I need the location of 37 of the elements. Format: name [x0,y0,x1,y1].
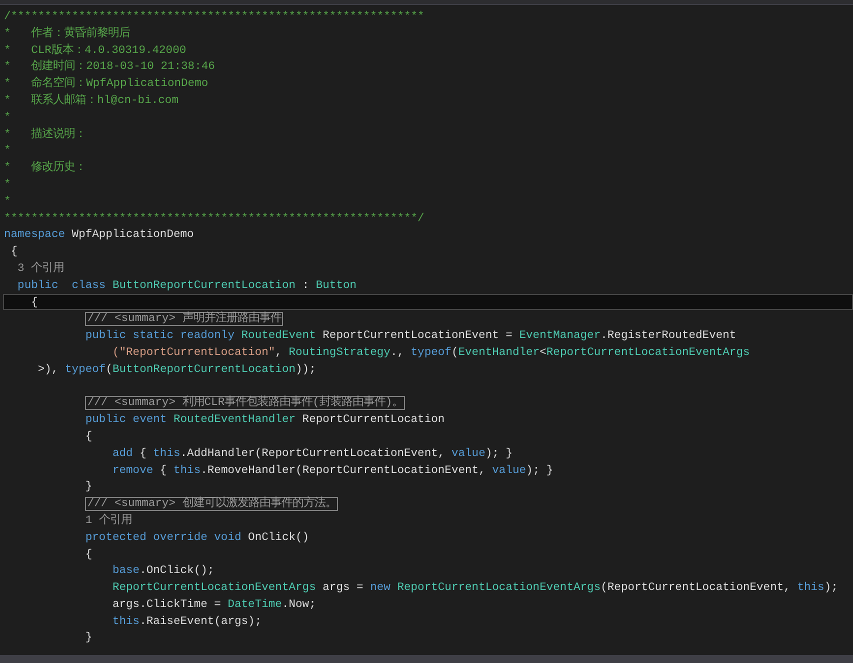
comment-line: * 联系人邮箱：hl@cn-bi.com [4,94,178,107]
doc-comment: /// <summary> 声明并注册路由事件 [85,312,284,326]
code-line: >), typeof(ButtonReportCurrentLocation)); [36,364,316,376]
reference-count[interactable]: 3 个引用 [4,262,64,275]
code-line: args.ClickTime = DateTime.Now; [111,598,316,611]
reference-count[interactable]: 1 个引用 [4,514,132,527]
code-line: this.RaiseEvent(args); [111,616,262,628]
code-line: public static readonly RoutedEvent ReportCurrentLocationEvent = EventManager.RegisterRoutedEvent [84,330,736,342]
comment-line: * [4,112,11,124]
doc-comment: /// <summary> 利用CLR事件包装路由事件(封装路由事件)。 [85,396,406,410]
comment-line: * 修改历史： [4,162,86,174]
code-line: add { this.AddHandler(ReportCurrentLocationEvent, value); } [111,448,512,460]
comment-line: * 作者：黄昏前黎明后 [4,28,130,40]
code-line: namespace WpfApplicationDemo [4,229,194,242]
code-line: { [84,430,92,443]
code-line: ("ReportCurrentLocation", RoutingStrategy., typeof(EventHandler<ReportCurrentLocationEventArgs [111,346,750,359]
comment-line: * 命名空间：WpfApplicationDemo [4,78,208,90]
comment-line: * [4,145,11,158]
comment-line: * CLR版本：4.0.30319.42000 [4,44,186,57]
code-line: public event RoutedEventHandler ReportCurrentLocation [84,414,445,426]
code-line: } [84,481,92,494]
code-line: { [10,246,18,258]
code-line: base.OnClick(); [111,565,214,578]
comment-line: * 创建时间：2018-03-10 21:38:46 [4,61,215,74]
code-line: ReportCurrentLocationEventArgs args = new ReportCurrentLocationEventArgs(ReportCurrentLocationEvent, this); [111,582,838,594]
code-line: remove { this.RemoveHandler(ReportCurrentLocationEvent, value); } [111,464,554,477]
code-line: } [84,632,92,644]
doc-comment: /// <summary> 创建可以激发路由事件的方法。 [85,497,338,512]
comment-line: /************************************************************* [4,11,424,23]
comment-line: * [4,196,11,208]
comment-line: * 描述说明： [4,128,86,141]
comment-line: * [4,178,11,191]
code-line: { [84,548,92,560]
code-line: { [30,296,38,309]
code-line: protected override void OnClick() [84,532,310,544]
comment-line: *************************************************************/ [4,212,424,225]
code-line: public class ButtonReportCurrentLocation : Button [16,280,357,292]
